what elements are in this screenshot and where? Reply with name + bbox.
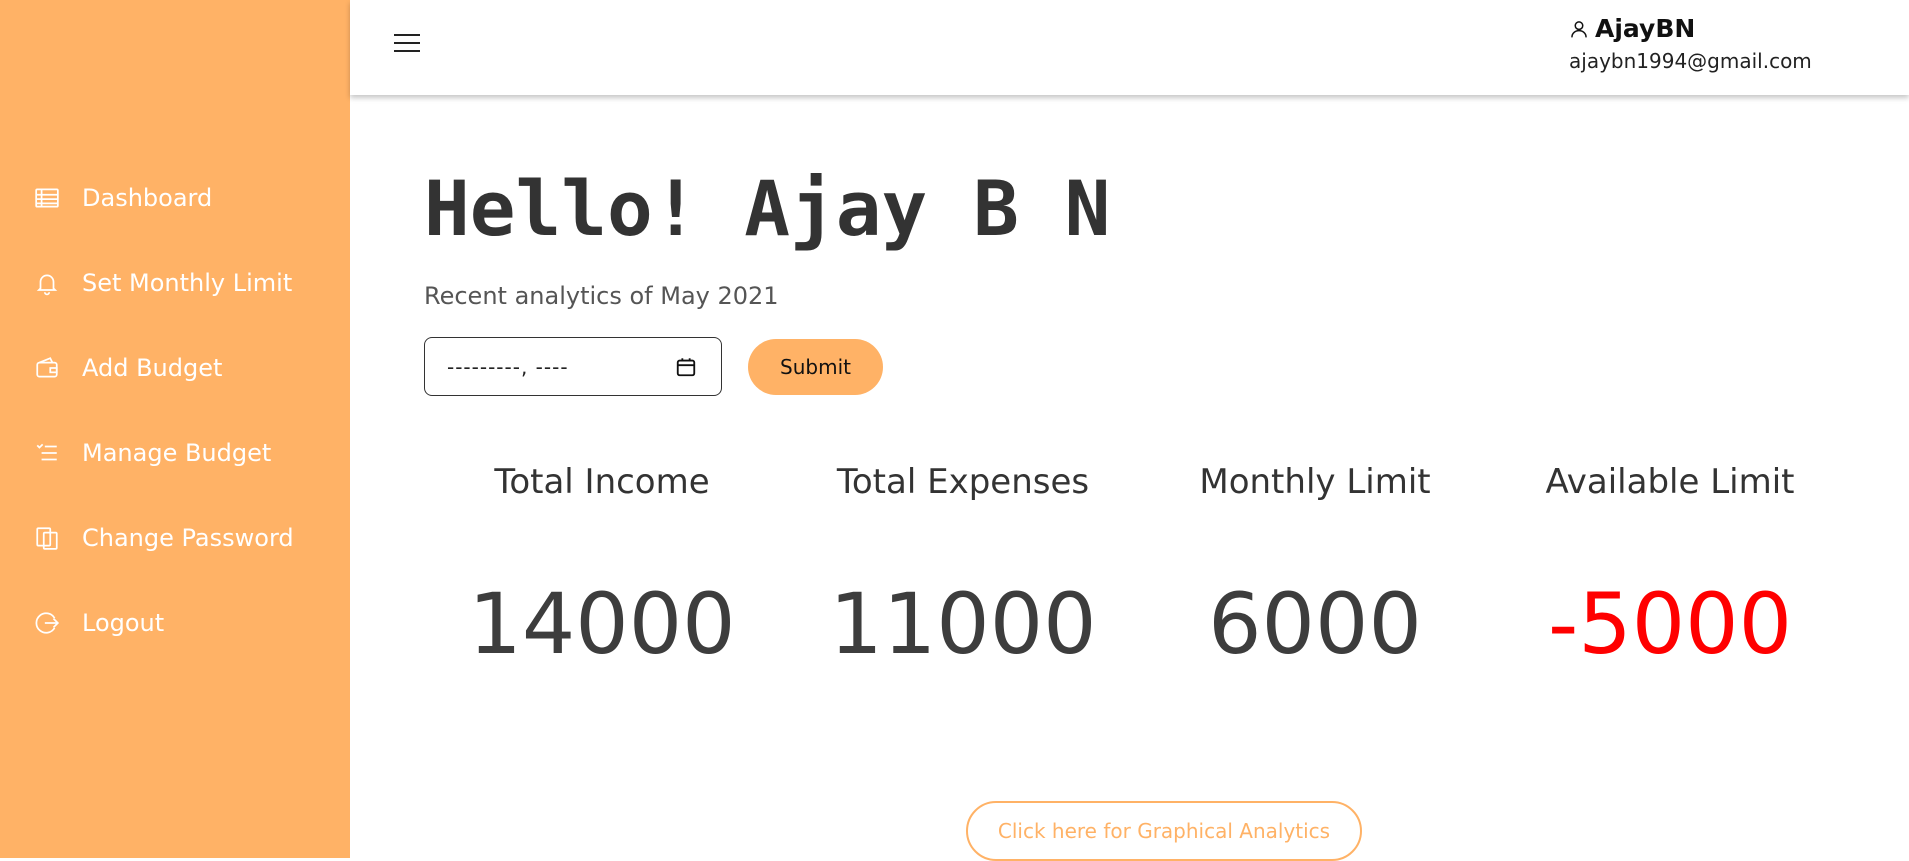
user-email: ajaybn1994@gmail.com [1569,49,1812,73]
stat-label-total-expenses: Total Expenses [836,462,1090,502]
stat-value-total-income: 14000 [468,575,736,673]
sidebar-item-label: Change Password [82,523,294,552]
wallet-icon [34,355,60,381]
top-bar: AjayBN ajaybn1994@gmail.com [350,0,1909,95]
user-name: AjayBN [1595,14,1696,43]
sidebar-item-logout[interactable]: Logout [0,580,350,665]
stat-label-monthly-limit: Monthly Limit [1199,462,1431,502]
list-check-icon [34,440,60,466]
stat-label-total-income: Total Income [494,462,710,502]
month-input-value: ---------, ---- [447,354,569,379]
page-subtitle: Recent analytics of May 2021 [424,282,779,310]
month-picker-input[interactable]: ---------, ---- [424,337,722,396]
user-info: AjayBN ajaybn1994@gmail.com [1569,14,1812,73]
stat-value-monthly-limit: 6000 [1208,575,1422,673]
user-icon [1571,20,1587,37]
sidebar-item-dashboard[interactable]: Dashboard [0,155,350,240]
logout-icon [34,610,60,636]
sidebar-item-change-password[interactable]: Change Password [0,495,350,580]
dashboard-icon [34,185,60,211]
sidebar: Dashboard Set Monthly Limit Add Budget M… [0,0,350,858]
sidebar-item-label: Dashboard [82,183,213,212]
calendar-icon[interactable] [675,356,697,378]
copy-icon [34,525,60,551]
sidebar-item-label: Logout [82,608,165,637]
hamburger-menu-icon[interactable] [394,34,420,56]
stat-label-available-limit: Available Limit [1545,462,1795,502]
sidebar-item-manage-budget[interactable]: Manage Budget [0,410,350,495]
stat-value-total-expenses: 11000 [829,575,1097,673]
sidebar-item-label: Set Monthly Limit [82,268,293,297]
sidebar-item-label: Add Budget [82,353,223,382]
submit-button[interactable]: Submit [748,339,883,395]
page-title: Hello! Ajay B N [424,164,1111,253]
stat-value-available-limit: -5000 [1547,575,1793,673]
graphical-analytics-button[interactable]: Click here for Graphical Analytics [966,801,1362,861]
bell-icon [34,270,60,296]
sidebar-item-set-monthly-limit[interactable]: Set Monthly Limit [0,240,350,325]
sidebar-item-add-budget[interactable]: Add Budget [0,325,350,410]
sidebar-item-label: Manage Budget [82,438,272,467]
sidebar-nav: Dashboard Set Monthly Limit Add Budget M… [0,155,350,665]
